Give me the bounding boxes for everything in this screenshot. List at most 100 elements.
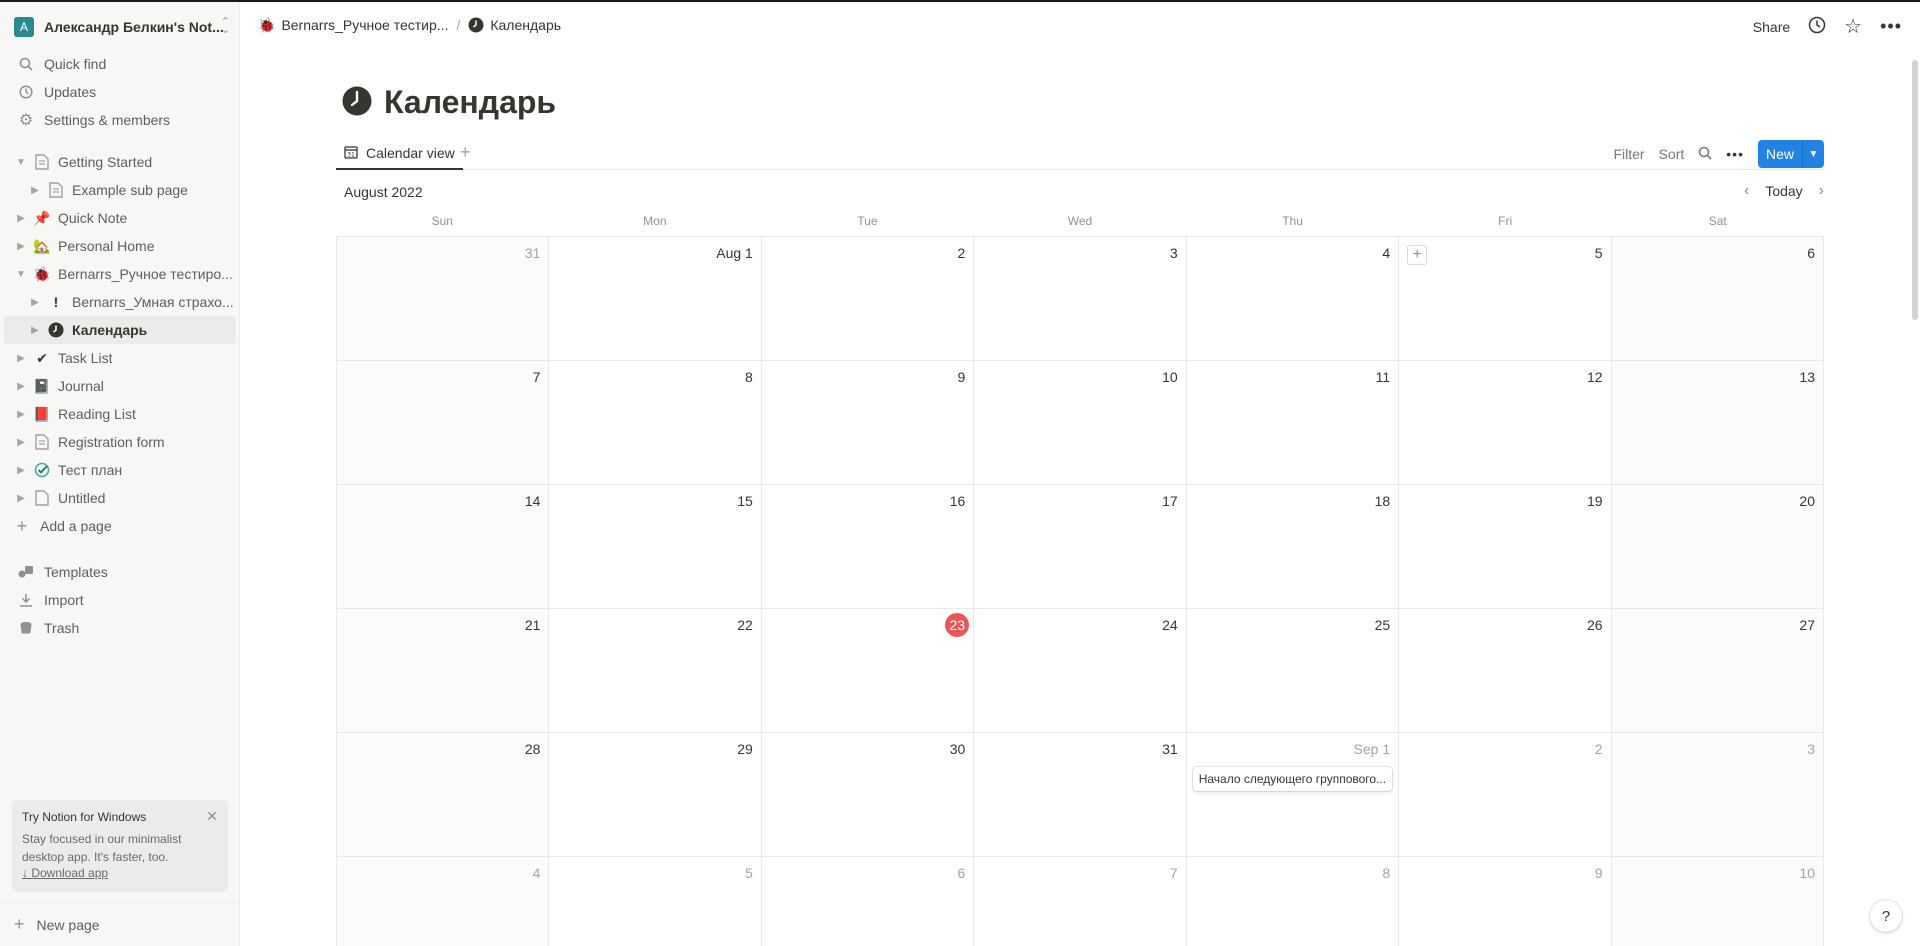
calendar-day-cell[interactable]: 4 [337, 857, 550, 946]
sidebar-page-test-plan[interactable]: ▶ Тест план [4, 456, 236, 484]
calendar-day-cell[interactable]: 3 [1611, 733, 1824, 857]
filter-button[interactable]: Filter [1613, 146, 1644, 162]
calendar-day-cell[interactable]: 18 [1186, 485, 1400, 609]
sidebar-page-reading-list[interactable]: ▶ 📕 Reading List [4, 400, 236, 428]
calendar-day-cell[interactable]: 31 [974, 733, 1187, 857]
calendar-day-cell[interactable]: 9 [761, 361, 975, 485]
calendar-day-cell[interactable]: 5 [549, 857, 762, 946]
calendar-day-cell[interactable]: 7 [337, 361, 550, 485]
calendar-day-cell[interactable]: 25 [1186, 609, 1400, 733]
sort-button[interactable]: Sort [1659, 146, 1685, 162]
calendar-day-cell[interactable]: 13 [1611, 361, 1824, 485]
chevron-right-icon[interactable]: › [1819, 182, 1824, 200]
calendar-day-cell[interactable]: 26 [1399, 609, 1612, 733]
expand-arrow-icon[interactable]: ▶ [28, 297, 42, 308]
calendar-day-cell[interactable]: 9 [1399, 857, 1612, 946]
favorite-star-icon[interactable]: ☆ [1844, 14, 1862, 39]
help-button[interactable]: ? [1870, 900, 1902, 932]
calendar-day-cell[interactable]: Aug 1 [549, 237, 762, 361]
sidebar-page-quick-note[interactable]: ▶ 📌 Quick Note [4, 204, 236, 232]
close-icon[interactable]: ✕ [206, 808, 218, 825]
sidebar-page-task-list[interactable]: ▶ ✔ Task List [4, 344, 236, 372]
sidebar-page-getting-started[interactable]: ▼ Getting Started [4, 148, 236, 176]
add-page-button[interactable]: + Add a page [4, 512, 236, 540]
today-button[interactable]: Today [1765, 183, 1802, 199]
calendar-day-cell[interactable]: 22 [549, 609, 762, 733]
breadcrumb-item-current[interactable]: Календарь [490, 17, 561, 33]
calendar-day-cell[interactable]: 5 + [1399, 237, 1612, 361]
calendar-day-cell[interactable]: 10 [1611, 857, 1824, 946]
sidebar-page-bernarrs-manual-testing[interactable]: ▼ 🐞 Bernarrs_Ручное тестиро... [4, 260, 236, 288]
calendar-day-cell[interactable]: 19 [1399, 485, 1612, 609]
more-options-icon[interactable]: ••• [1880, 16, 1902, 37]
page-clock-icon[interactable] [342, 86, 372, 116]
calendar-day-cell[interactable]: 6 [762, 857, 975, 946]
more-options-icon[interactable]: ••• [1726, 146, 1744, 162]
breadcrumb-item-parent[interactable]: Bernarrs_Ручное тестир... [281, 17, 448, 33]
expand-arrow-icon[interactable]: ▼ [14, 269, 28, 280]
calendar-day-cell[interactable]: 24 [974, 609, 1187, 733]
sidebar-page-untitled[interactable]: ▶ Untitled [4, 484, 236, 512]
calendar-day-cell[interactable]: 12 [1399, 361, 1612, 485]
scrollbar[interactable] [1912, 60, 1918, 320]
expand-arrow-icon[interactable]: ▶ [14, 241, 28, 252]
calendar-day-cell[interactable]: 23 [761, 609, 975, 733]
calendar-day-cell[interactable]: 8 [1187, 857, 1400, 946]
calendar-day-cell[interactable]: 15 [549, 485, 762, 609]
calendar-day-cell[interactable]: 8 [549, 361, 762, 485]
calendar-day-cell[interactable]: 2 [1399, 733, 1612, 857]
calendar-day-cell[interactable]: 17 [974, 485, 1187, 609]
sidebar-item-import[interactable]: Import [4, 586, 236, 614]
calendar-day-cell[interactable]: 31 [337, 237, 550, 361]
sidebar-page-registration-form[interactable]: ▶ Registration form [4, 428, 236, 456]
calendar-day-cell[interactable]: 20 [1611, 485, 1824, 609]
expand-arrow-icon[interactable]: ▶ [14, 437, 28, 448]
sidebar-item-quick-find[interactable]: Quick find [4, 50, 236, 78]
chevron-down-icon[interactable]: ▼ [1802, 140, 1824, 168]
sidebar-page-bernarrs-smart-insurance[interactable]: ▶ ! Bernarrs_Умная страхо... [4, 288, 236, 316]
add-view-icon[interactable]: + [460, 142, 471, 163]
calendar-day-cell[interactable]: 30 [761, 733, 975, 857]
expand-arrow-icon[interactable]: ▼ [14, 157, 28, 168]
sidebar-item-trash[interactable]: Trash [4, 614, 236, 642]
sidebar-page-personal-home[interactable]: ▶ 🏡 Personal Home [4, 232, 236, 260]
calendar-day-cell[interactable]: 2 [761, 237, 975, 361]
expand-arrow-icon[interactable]: ▶ [14, 213, 28, 224]
add-event-plus-icon[interactable]: + [1407, 245, 1428, 265]
tab-calendar-view[interactable]: 31 Calendar view [336, 138, 463, 170]
new-item-button[interactable]: New ▼ [1757, 140, 1824, 168]
expand-arrow-icon[interactable]: ▶ [14, 493, 28, 504]
calendar-day-cell[interactable]: 11 [1186, 361, 1400, 485]
share-button[interactable]: Share [1753, 19, 1790, 35]
history-icon[interactable] [1808, 16, 1826, 37]
expand-arrow-icon[interactable]: ▶ [28, 325, 42, 336]
sidebar-page-journal[interactable]: ▶ 📓 Journal [4, 372, 236, 400]
calendar-day-cell[interactable]: Sep 1 Начало следующего группового... [1186, 733, 1400, 857]
calendar-day-cell[interactable]: 16 [761, 485, 975, 609]
download-app-link[interactable]: ↓ Download app [22, 866, 218, 880]
calendar-day-cell[interactable]: 21 [337, 609, 550, 733]
calendar-day-cell[interactable]: 6 [1611, 237, 1824, 361]
page-title[interactable]: Календарь [384, 84, 556, 121]
calendar-day-cell[interactable]: 4 [1186, 237, 1400, 361]
calendar-day-cell[interactable]: 14 [337, 485, 550, 609]
calendar-day-cell[interactable]: 27 [1611, 609, 1824, 733]
calendar-day-cell[interactable]: 7 [974, 857, 1187, 946]
search-icon[interactable] [1698, 146, 1712, 163]
expand-arrow-icon[interactable]: ▶ [14, 409, 28, 420]
calendar-day-cell[interactable]: 3 [974, 237, 1187, 361]
calendar-event-card[interactable]: Начало следующего группового... [1192, 767, 1393, 791]
sidebar-item-templates[interactable]: Templates [4, 558, 236, 586]
workspace-switcher[interactable]: A Александр Белкин's Not... ⌃ ⌄ [14, 14, 230, 40]
expand-arrow-icon[interactable]: ▶ [14, 465, 28, 476]
sidebar-item-updates[interactable]: Updates [4, 78, 236, 106]
expand-arrow-icon[interactable]: ▶ [28, 185, 42, 196]
calendar-day-cell[interactable]: 29 [549, 733, 762, 857]
sidebar-page-calendar[interactable]: ▶ Календарь [4, 316, 236, 344]
new-page-button[interactable]: + New page [0, 902, 240, 946]
calendar-day-cell[interactable]: 28 [337, 733, 550, 857]
sidebar-item-settings[interactable]: ⚙ Settings & members [4, 106, 236, 134]
calendar-day-cell[interactable]: 10 [974, 361, 1187, 485]
expand-arrow-icon[interactable]: ▶ [14, 381, 28, 392]
expand-arrow-icon[interactable]: ▶ [14, 353, 28, 364]
